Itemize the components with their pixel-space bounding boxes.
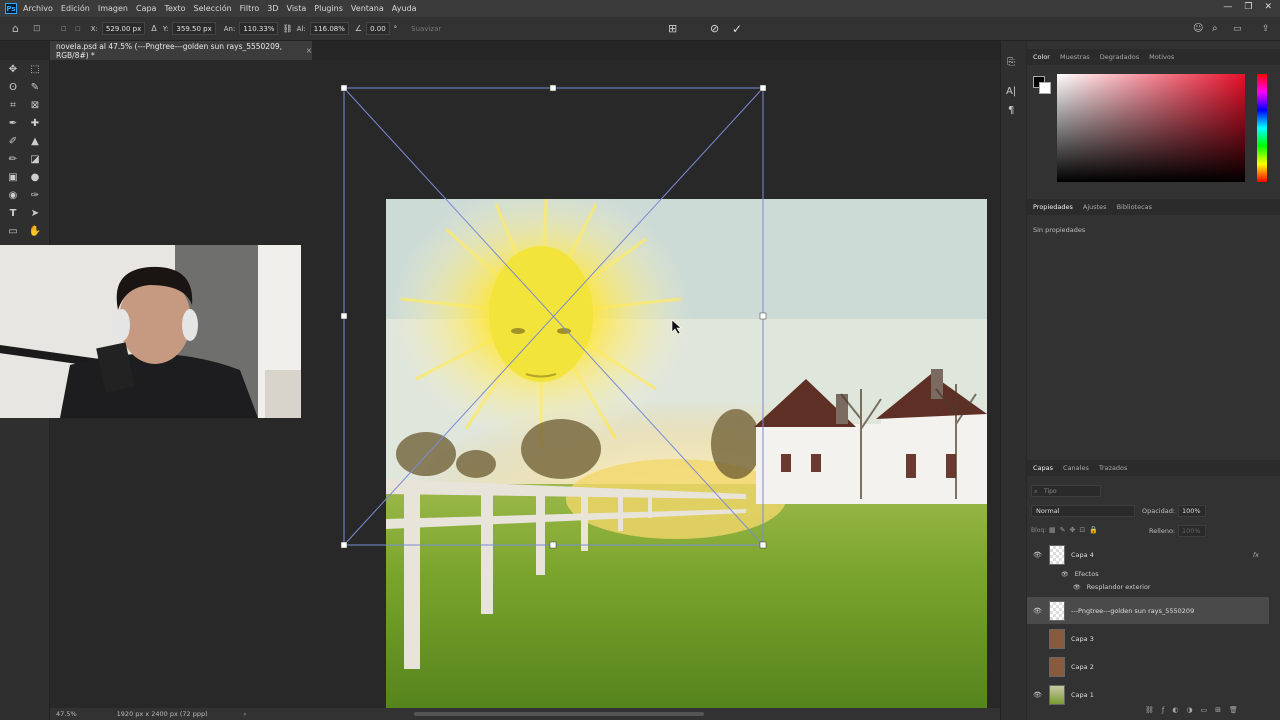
- visibility-eye-icon[interactable]: 👁: [1033, 551, 1047, 559]
- filter-search-icon: ⌕: [1034, 488, 1038, 495]
- paragraph-icon[interactable]: ¶: [1008, 105, 1014, 116]
- layer-row[interactable]: Capa 3: [1027, 625, 1269, 652]
- handle-bottom-left: [340, 541, 348, 549]
- layers-panel-tabs: Capas Canales Trazados: [1027, 460, 1280, 476]
- webcam-overlay: [0, 245, 301, 418]
- layer-name[interactable]: Capa 1: [1071, 691, 1094, 699]
- properties-empty-text: Sin propiedades: [1033, 226, 1086, 234]
- tab-motivos[interactable]: Motivos: [1149, 53, 1174, 61]
- blend-mode-value: Normal: [1036, 507, 1060, 515]
- background-color-swatch[interactable]: [1039, 82, 1051, 94]
- layer-thumbnail: [1049, 600, 1065, 621]
- visibility-eye-icon[interactable]: 👁: [1033, 607, 1047, 615]
- opacity-label: Opacidad:: [1142, 507, 1176, 515]
- color-picker-field[interactable]: [1057, 74, 1245, 182]
- layer-row[interactable]: 👁 Capa 1: [1027, 681, 1269, 708]
- layer-thumbnail: [1049, 656, 1065, 677]
- mouse-cursor-icon: [671, 319, 682, 335]
- layer-thumbnail: [1049, 628, 1065, 649]
- handle-top: [549, 84, 557, 92]
- layer-name[interactable]: ---Pngtree---golden sun rays_5550209: [1071, 607, 1194, 615]
- tab-bibliotecas[interactable]: Bibliotecas: [1117, 203, 1152, 211]
- tab-ajustes[interactable]: Ajustes: [1083, 203, 1107, 211]
- properties-panel-tabs: Propiedades Ajustes Bibliotecas: [1027, 199, 1280, 215]
- hue-slider[interactable]: [1257, 74, 1267, 182]
- fill-input[interactable]: 100%: [1178, 525, 1206, 537]
- effects-label: Efectos: [1074, 570, 1099, 578]
- blend-mode-select[interactable]: Normal: [1031, 505, 1135, 517]
- layer-filter-input[interactable]: ⌕ Tipo: [1031, 485, 1101, 497]
- effects-row[interactable]: 👁 Efectos: [1061, 570, 1099, 578]
- tab-muestras[interactable]: Muestras: [1060, 53, 1090, 61]
- layer-row[interactable]: 👁 Capa 4 fx: [1027, 541, 1269, 568]
- layer-thumbnail: [1049, 544, 1065, 565]
- layer-row-selected[interactable]: 👁 ---Pngtree---golden sun rays_5550209: [1027, 597, 1269, 624]
- layer-thumbnail: [1049, 684, 1065, 705]
- opacity-input[interactable]: 100%: [1178, 505, 1206, 517]
- layer-name[interactable]: Capa 2: [1071, 663, 1094, 671]
- fx-badge[interactable]: fx: [1253, 551, 1259, 559]
- tab-trazados[interactable]: Trazados: [1099, 464, 1128, 472]
- horizontal-scrollbar[interactable]: [414, 712, 704, 716]
- effect-outer-glow-row[interactable]: 👁 Resplandor exterior: [1073, 583, 1151, 591]
- tab-capas[interactable]: Capas: [1033, 464, 1053, 472]
- layer-name[interactable]: Capa 3: [1071, 635, 1094, 643]
- status-arrow-icon[interactable]: ›: [244, 710, 247, 718]
- layer-filter-placeholder: Tipo: [1044, 488, 1057, 495]
- streamer-video: [0, 245, 301, 418]
- lock-label: Bloq:: [1031, 527, 1047, 534]
- handle-left: [340, 312, 348, 320]
- tab-canales[interactable]: Canales: [1063, 464, 1089, 472]
- handle-bottom-right: [759, 541, 767, 549]
- lock-icons[interactable]: ▦✎✥⊡🔒: [1049, 526, 1102, 534]
- visibility-eye-icon[interactable]: 👁: [1033, 691, 1047, 699]
- history-icon[interactable]: ⎘: [1007, 57, 1015, 68]
- layers-footer-icons[interactable]: ⛓ƒ◐◑▭⊞🗑: [1145, 706, 1246, 714]
- character-icon[interactable]: A|: [1006, 86, 1016, 97]
- layer-name[interactable]: Capa 4: [1071, 551, 1094, 559]
- tab-propiedades[interactable]: Propiedades: [1033, 203, 1073, 211]
- handle-top-left: [340, 84, 348, 92]
- tab-degradados[interactable]: Degradados: [1100, 53, 1139, 61]
- effects-eye-icon[interactable]: 👁: [1061, 571, 1069, 578]
- status-bar: 47.5% 1920 px x 2400 px (72 ppp) ›: [50, 708, 1000, 720]
- zoom-level[interactable]: 47.5%: [56, 710, 77, 718]
- handle-top-right: [759, 84, 767, 92]
- outer-glow-eye-icon[interactable]: 👁: [1073, 584, 1081, 591]
- tab-color[interactable]: Color: [1033, 53, 1050, 61]
- handle-right: [759, 312, 767, 320]
- layer-row[interactable]: Capa 2: [1027, 653, 1269, 680]
- panel-icon-strip: ⎘ A| ¶: [1000, 41, 1026, 720]
- document-info[interactable]: 1920 px x 2400 px (72 ppp): [117, 710, 208, 718]
- fill-label: Relleno:: [1149, 527, 1176, 535]
- effect-name: Resplandor exterior: [1086, 583, 1151, 591]
- color-panel-tabs: Color Muestras Degradados Motivos: [1027, 49, 1280, 65]
- handle-bottom: [549, 541, 557, 549]
- right-panels: Color Muestras Degradados Motivos Propie…: [1027, 41, 1280, 720]
